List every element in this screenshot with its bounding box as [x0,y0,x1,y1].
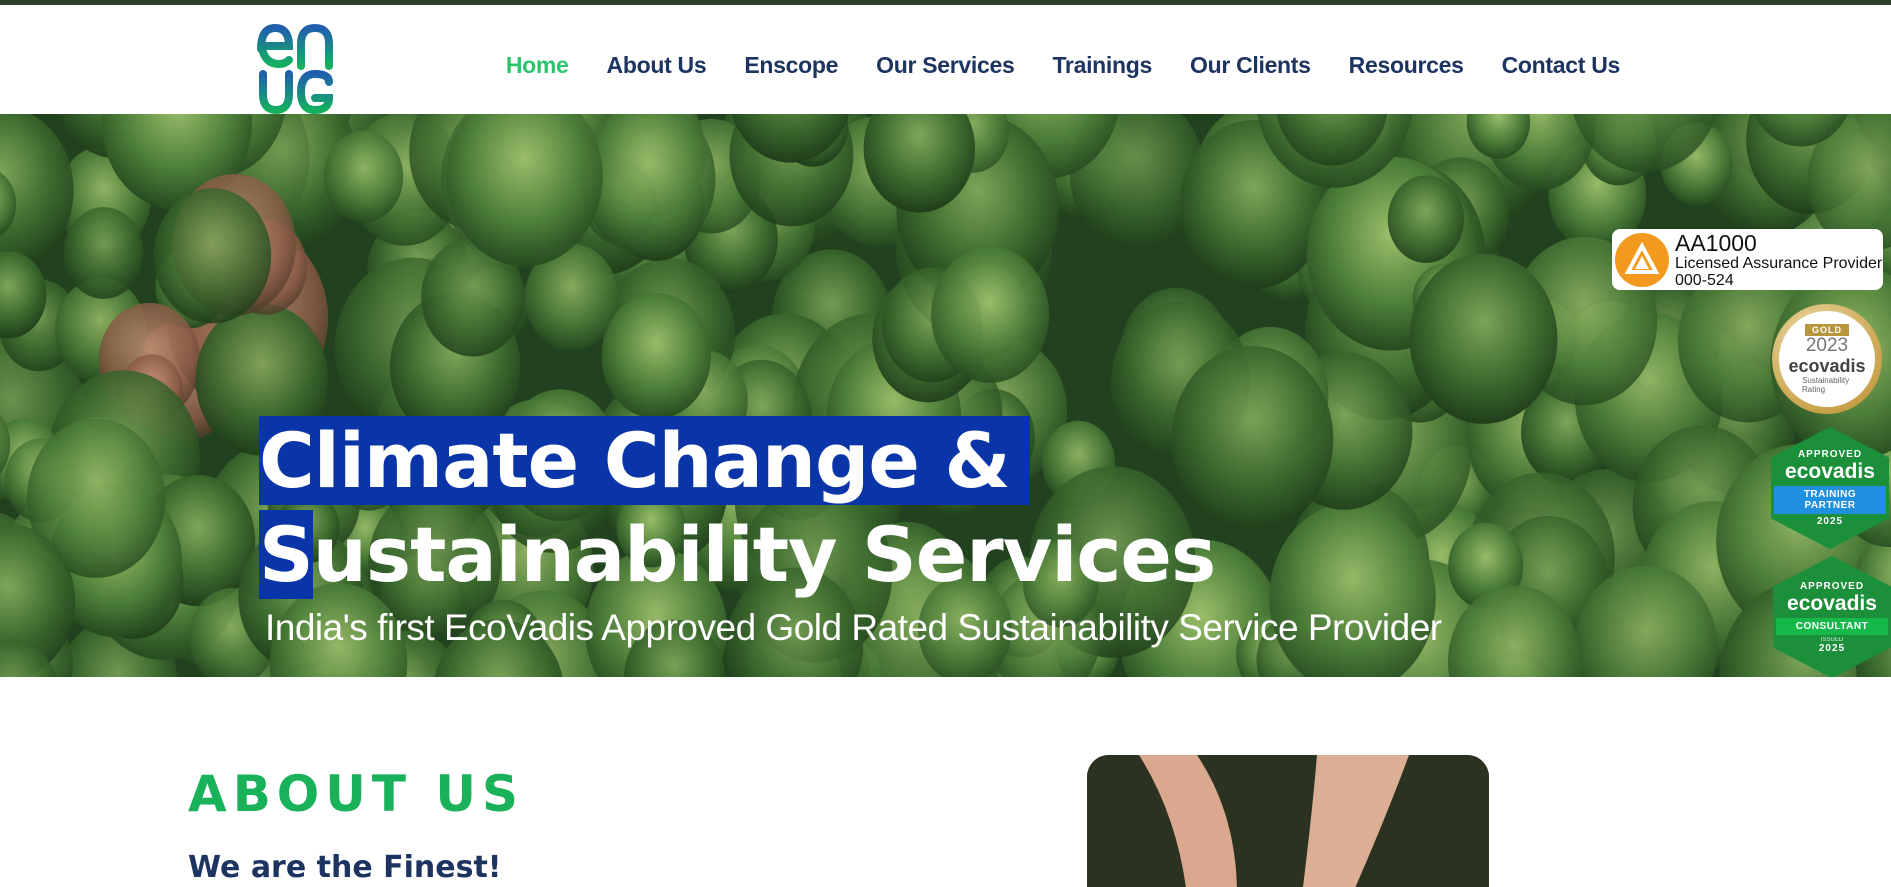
nav-our-clients[interactable]: Our Clients [1171,52,1330,79]
nav-home[interactable]: Home [487,52,588,79]
consultant-brand: ecovadis [1787,591,1877,615]
ecovadis-consultant-badge[interactable]: APPROVED ecovadis CONSULTANT ISSUED 2025 [1773,556,1891,678]
aa1000-subtitle: Licensed Assurance Provider [1675,254,1883,272]
hero-title-line2: Sustainability Services [259,510,1216,599]
training-role: TRAINING PARTNER [1774,486,1886,514]
nav-our-services[interactable]: Our Services [857,52,1033,79]
gold-caption: Sustainability Rating [1802,376,1850,394]
hero-banner: Climate Change & Sustainability Services… [0,114,1891,677]
about-title: ABOUT US [188,765,525,823]
tree-crown [1387,175,1464,263]
consultant-issued: ISSUED [1820,636,1844,643]
ecovadis-training-partner-badge[interactable]: APPROVED ecovadis TRAINING PARTNER 2025 [1771,427,1889,549]
about-image [1087,755,1489,887]
about-subtitle: We are the Finest! [188,850,502,885]
nav-contact-us[interactable]: Contact Us [1483,52,1639,79]
hero-title-line1: Climate Change & [259,416,1030,505]
main-nav: Home About Us Enscope Our Services Train… [487,52,1639,79]
training-approved: APPROVED [1797,449,1863,460]
consultant-role: CONSULTANT [1776,617,1888,635]
gold-brand: ecovadis [1788,356,1866,376]
nav-enscope[interactable]: Enscope [725,52,857,79]
nav-about-us[interactable]: About Us [588,52,726,79]
aa1000-badge[interactable]: AA1000 Licensed Assurance Provider 000-5… [1612,229,1883,290]
nav-trainings[interactable]: Trainings [1033,52,1171,79]
consultant-year: 2025 [1818,642,1846,654]
aa1000-number: 000-524 [1675,271,1734,289]
tree-crown [323,130,404,223]
hero-subtitle: India's first EcoVadis Approved Gold Rat… [265,607,1442,648]
gold-year: 2023 [1805,335,1849,356]
tree-crown [1409,253,1558,424]
company-logo[interactable] [255,22,337,115]
ecovadis-gold-medal[interactable]: GOLD 2023 ecovadis Sustainability Rating [1772,304,1882,414]
tree-crown [601,293,711,419]
training-brand: ecovadis [1785,460,1875,483]
aa1000-logo-icon [1615,232,1669,287]
tree-crown [931,246,1050,383]
nav-resources[interactable]: Resources [1330,52,1483,79]
training-year: 2025 [1816,516,1844,527]
tree-crown [153,188,272,324]
tree-crown [63,207,144,299]
aa1000-title: AA1000 [1675,229,1757,256]
consultant-approved: APPROVED [1799,580,1865,592]
hero-title: Climate Change & Sustainability Services [259,414,1259,602]
site-header: Home About Us Enscope Our Services Train… [0,5,1891,115]
